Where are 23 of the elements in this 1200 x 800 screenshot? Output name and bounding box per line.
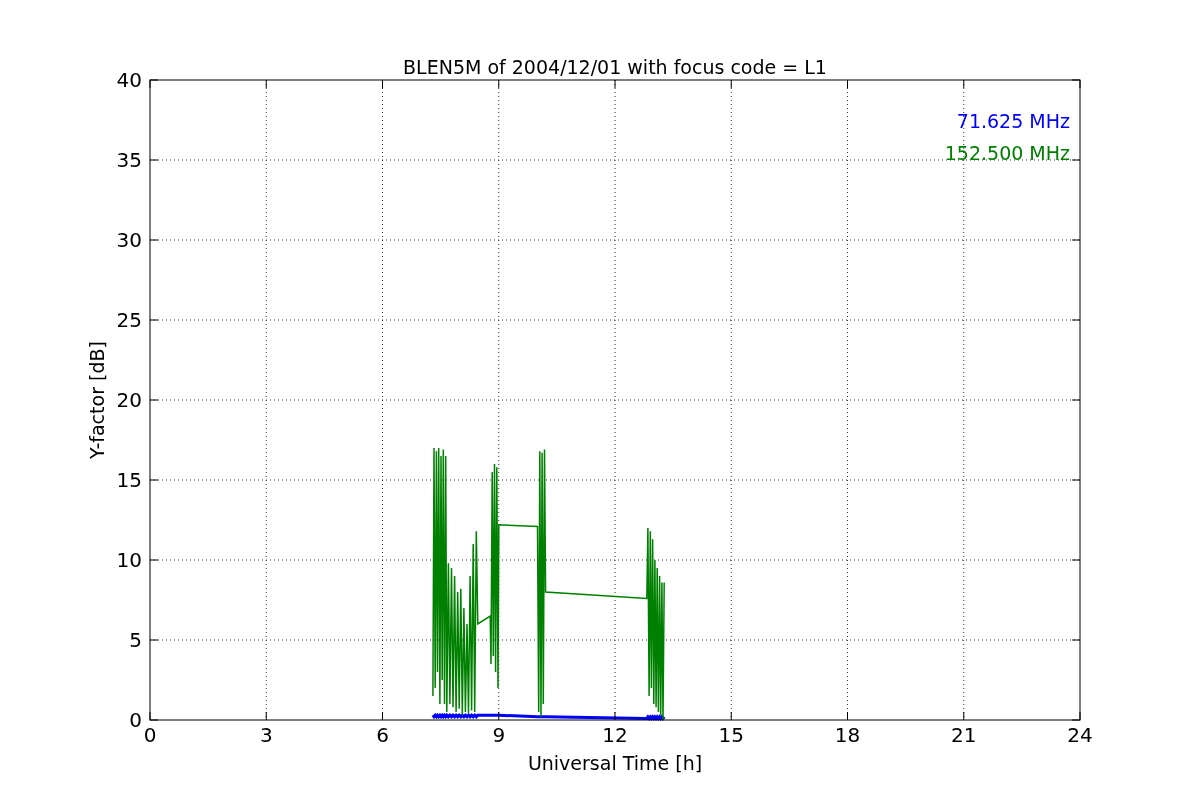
x-tick-label: 18	[834, 723, 861, 747]
y-tick-label: 5	[129, 628, 142, 652]
y-tick-label: 30	[116, 228, 142, 252]
legend-label: 71.625 MHz	[956, 110, 1070, 132]
chart-title: BLEN5M of 2004/12/01 with focus code = L1	[403, 56, 827, 78]
y-tick-label: 15	[116, 468, 142, 492]
y-tick-label: 25	[116, 308, 142, 332]
y-tick-label: 20	[116, 388, 142, 412]
x-tick-label: 24	[1067, 723, 1093, 747]
legend-label: 152.500 MHz	[944, 142, 1070, 164]
x-tick-label: 21	[951, 723, 977, 747]
x-tick-label: 12	[602, 723, 628, 747]
y-tick-label: 35	[116, 148, 142, 172]
x-tick-label: 6	[376, 723, 389, 747]
y-axis-label: Y-factor [dB]	[86, 341, 108, 459]
x-axis-label: Universal Time [h]	[527, 752, 703, 774]
x-tick-label: 0	[143, 723, 157, 747]
y-tick-label: 10	[116, 548, 142, 572]
x-tick-label: 3	[259, 723, 273, 747]
y-tick-label: 40	[116, 68, 142, 92]
y-tick-label: 0	[129, 708, 142, 732]
x-tick-label: 9	[492, 723, 506, 747]
x-tick-label: 15	[718, 723, 744, 747]
